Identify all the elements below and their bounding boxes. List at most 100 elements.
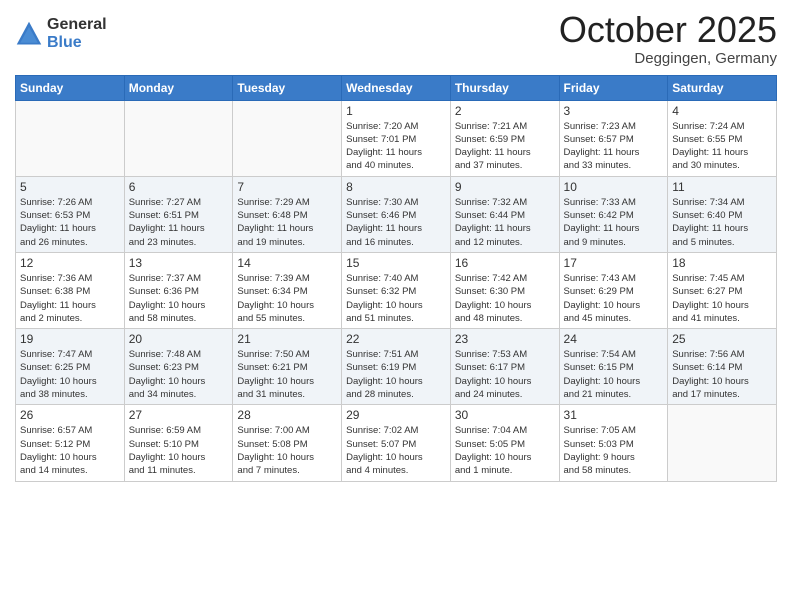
day-info: Sunrise: 7:53 AMSunset: 6:17 PMDaylight:… (455, 348, 555, 401)
table-row: 13Sunrise: 7:37 AMSunset: 6:36 PMDayligh… (124, 252, 233, 328)
table-row: 31Sunrise: 7:05 AMSunset: 5:03 PMDayligh… (559, 405, 668, 481)
day-number: 8 (346, 180, 446, 194)
logo-text: General Blue (47, 16, 107, 51)
day-number: 20 (129, 332, 229, 346)
day-number: 23 (455, 332, 555, 346)
day-info: Sunrise: 7:04 AMSunset: 5:05 PMDaylight:… (455, 424, 555, 477)
calendar-week-row: 12 Sunrise: 7:36 AMSunset: 6:38 PMDayligh… (16, 252, 777, 328)
month-title: October 2025 (559, 10, 777, 50)
day-info: Sunrise: 7:42 AMSunset: 6:30 PMDaylight:… (455, 272, 555, 325)
day-number: 22 (346, 332, 446, 346)
table-row (124, 100, 233, 176)
day-number: 25 (672, 332, 772, 346)
day-info: Sunrise: 6:57 AMSunset: 5:12 PMDaylight:… (20, 424, 120, 477)
day-number: 18 (672, 256, 772, 270)
day-info: Sunrise: 7:02 AMSunset: 5:07 PMDaylight:… (346, 424, 446, 477)
table-row: 8 Sunrise: 7:30 AMSunset: 6:46 PMDaylight… (342, 176, 451, 252)
day-number: 31 (564, 408, 664, 422)
table-row: 6Sunrise: 7:27 AMSunset: 6:51 PMDaylight… (124, 176, 233, 252)
table-row: 11Sunrise: 7:34 AMSunset: 6:40 PMDayligh… (668, 176, 777, 252)
table-row: 2Sunrise: 7:21 AMSunset: 6:59 PMDaylight… (450, 100, 559, 176)
day-info: Sunrise: 7:20 AMSunset: 7:01 PMDaylight:… (346, 120, 446, 173)
header: General Blue October 2025 Deggingen, Ger… (15, 10, 777, 67)
day-number: 28 (237, 408, 337, 422)
day-number: 9 (455, 180, 555, 194)
header-tuesday: Tuesday (233, 75, 342, 100)
table-row: 25 Sunrise: 7:56 AMSunset: 6:14 PMDayligh… (668, 329, 777, 405)
table-row: 18 Sunrise: 7:45 AMSunset: 6:27 PMDayligh… (668, 252, 777, 328)
header-friday: Friday (559, 75, 668, 100)
table-row: 23 Sunrise: 7:53 AMSunset: 6:17 PMDayligh… (450, 329, 559, 405)
table-row: 19 Sunrise: 7:47 AMSunset: 6:25 PMDayligh… (16, 329, 125, 405)
table-row: 4 Sunrise: 7:24 AMSunset: 6:55 PMDaylight… (668, 100, 777, 176)
day-info: Sunrise: 6:59 AMSunset: 5:10 PMDaylight:… (129, 424, 229, 477)
day-info: Sunrise: 7:45 AMSunset: 6:27 PMDaylight:… (672, 272, 772, 325)
table-row: 3Sunrise: 7:23 AMSunset: 6:57 PMDaylight… (559, 100, 668, 176)
day-number: 30 (455, 408, 555, 422)
logo: General Blue (15, 16, 107, 51)
header-monday: Monday (124, 75, 233, 100)
table-row: 21 Sunrise: 7:50 AMSunset: 6:21 PMDayligh… (233, 329, 342, 405)
day-info: Sunrise: 7:40 AMSunset: 6:32 PMDaylight:… (346, 272, 446, 325)
logo-icon (15, 20, 43, 48)
location: Deggingen, Germany (559, 50, 777, 67)
day-info: Sunrise: 7:24 AMSunset: 6:55 PMDaylight:… (672, 120, 772, 173)
day-number: 10 (564, 180, 664, 194)
title-block: October 2025 Deggingen, Germany (559, 10, 777, 67)
calendar-week-row: 19 Sunrise: 7:47 AMSunset: 6:25 PMDayligh… (16, 329, 777, 405)
day-info: Sunrise: 7:48 AMSunset: 6:23 PMDaylight:… (129, 348, 229, 401)
day-info: Sunrise: 7:29 AMSunset: 6:48 PMDaylight:… (237, 196, 337, 249)
table-row: 12 Sunrise: 7:36 AMSunset: 6:38 PMDayligh… (16, 252, 125, 328)
day-info: Sunrise: 7:36 AMSunset: 6:38 PMDaylight:… (20, 272, 120, 325)
day-info: Sunrise: 7:27 AMSunset: 6:51 PMDaylight:… (129, 196, 229, 249)
calendar-week-row: 26Sunrise: 6:57 AMSunset: 5:12 PMDayligh… (16, 405, 777, 481)
day-info: Sunrise: 7:39 AMSunset: 6:34 PMDaylight:… (237, 272, 337, 325)
day-info: Sunrise: 7:51 AMSunset: 6:19 PMDaylight:… (346, 348, 446, 401)
day-info: Sunrise: 7:37 AMSunset: 6:36 PMDaylight:… (129, 272, 229, 325)
day-info: Sunrise: 7:54 AMSunset: 6:15 PMDaylight:… (564, 348, 664, 401)
table-row: 20 Sunrise: 7:48 AMSunset: 6:23 PMDayligh… (124, 329, 233, 405)
page: General Blue October 2025 Deggingen, Ger… (0, 0, 792, 612)
day-info: Sunrise: 7:21 AMSunset: 6:59 PMDaylight:… (455, 120, 555, 173)
calendar-week-row: 1 Sunrise: 7:20 AMSunset: 7:01 PMDaylight… (16, 100, 777, 176)
header-sunday: Sunday (16, 75, 125, 100)
day-number: 27 (129, 408, 229, 422)
day-number: 19 (20, 332, 120, 346)
day-number: 1 (346, 104, 446, 118)
table-row: 10Sunrise: 7:33 AMSunset: 6:42 PMDayligh… (559, 176, 668, 252)
header-wednesday: Wednesday (342, 75, 451, 100)
table-row (233, 100, 342, 176)
table-row: 14 Sunrise: 7:39 AMSunset: 6:34 PMDayligh… (233, 252, 342, 328)
table-row (668, 405, 777, 481)
day-number: 5 (20, 180, 120, 194)
day-info: Sunrise: 7:30 AMSunset: 6:46 PMDaylight:… (346, 196, 446, 249)
table-row: 5 Sunrise: 7:26 AMSunset: 6:53 PMDaylight… (16, 176, 125, 252)
day-info: Sunrise: 7:43 AMSunset: 6:29 PMDaylight:… (564, 272, 664, 325)
logo-blue-text: Blue (47, 34, 107, 52)
day-number: 24 (564, 332, 664, 346)
table-row (16, 100, 125, 176)
day-info: Sunrise: 7:47 AMSunset: 6:25 PMDaylight:… (20, 348, 120, 401)
table-row: 30 Sunrise: 7:04 AMSunset: 5:05 PMDayligh… (450, 405, 559, 481)
table-row: 28 Sunrise: 7:00 AMSunset: 5:08 PMDayligh… (233, 405, 342, 481)
day-info: Sunrise: 7:23 AMSunset: 6:57 PMDaylight:… (564, 120, 664, 173)
table-row: 26Sunrise: 6:57 AMSunset: 5:12 PMDayligh… (16, 405, 125, 481)
day-info: Sunrise: 7:50 AMSunset: 6:21 PMDaylight:… (237, 348, 337, 401)
table-row: 24 Sunrise: 7:54 AMSunset: 6:15 PMDayligh… (559, 329, 668, 405)
day-info: Sunrise: 7:32 AMSunset: 6:44 PMDaylight:… (455, 196, 555, 249)
table-row: 7 Sunrise: 7:29 AMSunset: 6:48 PMDaylight… (233, 176, 342, 252)
header-saturday: Saturday (668, 75, 777, 100)
table-row: 16Sunrise: 7:42 AMSunset: 6:30 PMDayligh… (450, 252, 559, 328)
day-number: 7 (237, 180, 337, 194)
day-info: Sunrise: 7:26 AMSunset: 6:53 PMDaylight:… (20, 196, 120, 249)
day-info: Sunrise: 7:56 AMSunset: 6:14 PMDaylight:… (672, 348, 772, 401)
day-number: 12 (20, 256, 120, 270)
day-number: 11 (672, 180, 772, 194)
table-row: 15Sunrise: 7:40 AMSunset: 6:32 PMDayligh… (342, 252, 451, 328)
table-row: 1 Sunrise: 7:20 AMSunset: 7:01 PMDaylight… (342, 100, 451, 176)
calendar-week-row: 5 Sunrise: 7:26 AMSunset: 6:53 PMDaylight… (16, 176, 777, 252)
day-number: 21 (237, 332, 337, 346)
day-info: Sunrise: 7:00 AMSunset: 5:08 PMDaylight:… (237, 424, 337, 477)
day-number: 14 (237, 256, 337, 270)
day-number: 4 (672, 104, 772, 118)
